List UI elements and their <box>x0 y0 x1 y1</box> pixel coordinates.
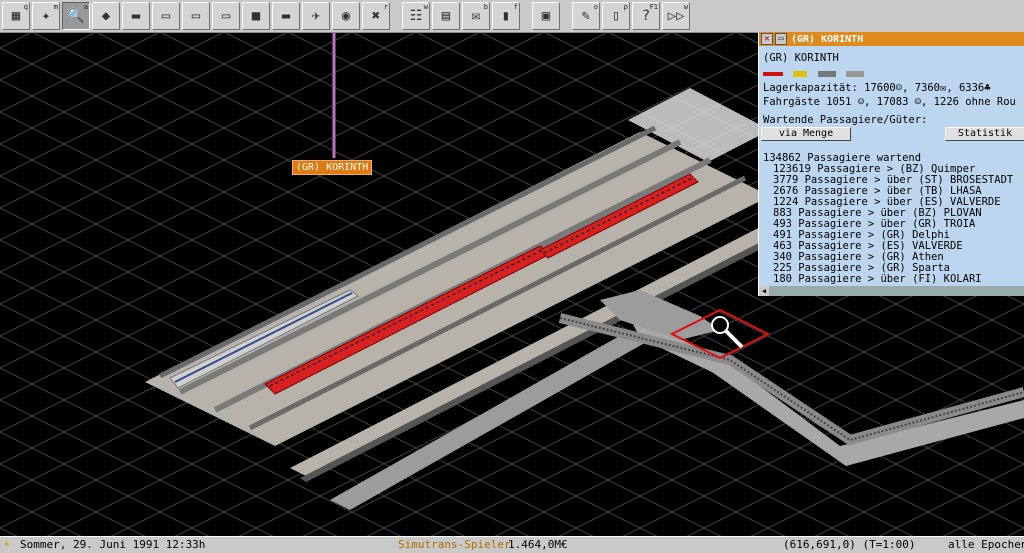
main-toolbar: ▦ q ✦ m 🔍 a ◆ ▬ ▭ ▭ ▭ ■ ▬ ✈ ◉ ✖ r ☷ w ▤ ✉ b ▮ f ▣ ✎ o ▯ p? F1 ▷▷ w <box>0 0 1024 33</box>
pin-icon[interactable]: ▭ <box>775 33 787 45</box>
train-icon <box>845 71 864 77</box>
passenger-icon <box>763 72 783 76</box>
epoch-filter: alle Epochen <box>948 538 1024 551</box>
window-title: (GR) KORINTH <box>791 33 864 45</box>
hotkey-label: F1 <box>649 3 658 11</box>
magnifier-tool-icon[interactable]: 🔍 a <box>62 2 90 30</box>
close-icon[interactable]: ✕ <box>761 33 773 45</box>
hotkey-label: b <box>483 3 488 11</box>
map-view-icon[interactable]: ✦ m <box>32 2 60 30</box>
mail-icon <box>793 71 808 77</box>
fast-forward-icon[interactable]: ▷▷ w <box>662 2 690 30</box>
rail-tools-icon[interactable]: ▭ <box>152 2 180 30</box>
statistics-button[interactable]: Statistik <box>945 127 1024 141</box>
hotkey-label: w <box>423 3 428 11</box>
window-titlebar[interactable]: ✕ ▭ (GR) KORINTH <box>759 32 1024 46</box>
sun-icon: ☀ <box>3 538 10 551</box>
money-display: 1.464,0M€ <box>508 538 568 551</box>
list-icon[interactable]: ▤ <box>432 2 460 30</box>
storage-capacity: Lagerkapazität: 17600☺, 7360✉, 6336♣ <box>763 82 991 94</box>
station-name-label[interactable]: (GR) KORINTH <box>292 160 373 175</box>
horizontal-scrollbar[interactable]: ◀ <box>759 286 1024 296</box>
passenger-stats: Fahrgäste 1051 ☺, 17083 ☺, 1226 ohne Rou <box>763 96 1016 108</box>
hotkey-label: w <box>683 3 688 11</box>
road-tools-icon[interactable]: ▬ <box>122 2 150 30</box>
scroll-left-icon[interactable]: ◀ <box>759 286 769 296</box>
depot-icon[interactable]: ▣ <box>532 2 560 30</box>
waiting-heading: Wartende Passagiere/Güter: <box>763 114 928 126</box>
hotkey-label: m <box>53 3 58 11</box>
list-item: 180 Passagiere > über (FI) KOLARI <box>773 273 982 285</box>
station-name: (GR) KORINTH <box>763 52 839 64</box>
via-amount-button[interactable]: via Menge <box>761 127 851 141</box>
coordinates-display: (616,691,0) (T=1:00) <box>783 538 916 551</box>
hotkey-label: o <box>593 3 598 11</box>
goods-icons <box>763 68 864 80</box>
line-management-icon[interactable]: ☷ w <box>402 2 430 30</box>
hotkey-label: r <box>383 3 388 11</box>
mail-icon[interactable]: ✉ b <box>462 2 490 30</box>
airport-tools-icon[interactable]: ✈ <box>302 2 330 30</box>
waiting-total: 134862 Passagiere wartend <box>763 152 922 164</box>
truck-tools-icon[interactable]: ■ <box>242 2 270 30</box>
finance-icon[interactable]: ▮ f <box>492 2 520 30</box>
simutrans-menu-icon[interactable]: ▦ q <box>2 2 30 30</box>
waiting-passenger-list: 123619 Passagiere > (BZ) Quimper 3779 Pas… <box>763 164 1021 292</box>
remove-tool-icon[interactable]: ✖ r <box>362 2 390 30</box>
hotkey-label: p <box>623 3 628 11</box>
help-icon[interactable]: ? F1 <box>632 2 660 30</box>
pause-icon[interactable]: ▯ p <box>602 2 630 30</box>
tram-tools-icon[interactable]: ▭ <box>212 2 240 30</box>
special-tools-icon[interactable]: ◉ <box>332 2 360 30</box>
terrain-tools-icon[interactable]: ◆ <box>92 2 120 30</box>
game-date: Sommer, 29. Juni 1991 12:33h <box>20 538 206 551</box>
monorail-tools-icon[interactable]: ▭ <box>182 2 210 30</box>
bus-icon <box>817 71 836 77</box>
settings-icon[interactable]: ✎ o <box>572 2 600 30</box>
hotkey-label: f <box>513 3 518 11</box>
station-info-window: ✕ ▭ (GR) KORINTH (GR) KORINTH Lagerkapaz… <box>758 32 1024 296</box>
ship-tools-icon[interactable]: ▬ <box>272 2 300 30</box>
hotkey-label: q <box>23 3 28 11</box>
player-name: Simutrans-Spieler <box>398 538 511 551</box>
status-bar: ☀ Sommer, 29. Juni 1991 12:33h Simutrans… <box>0 536 1024 553</box>
hotkey-label: a <box>83 3 88 11</box>
